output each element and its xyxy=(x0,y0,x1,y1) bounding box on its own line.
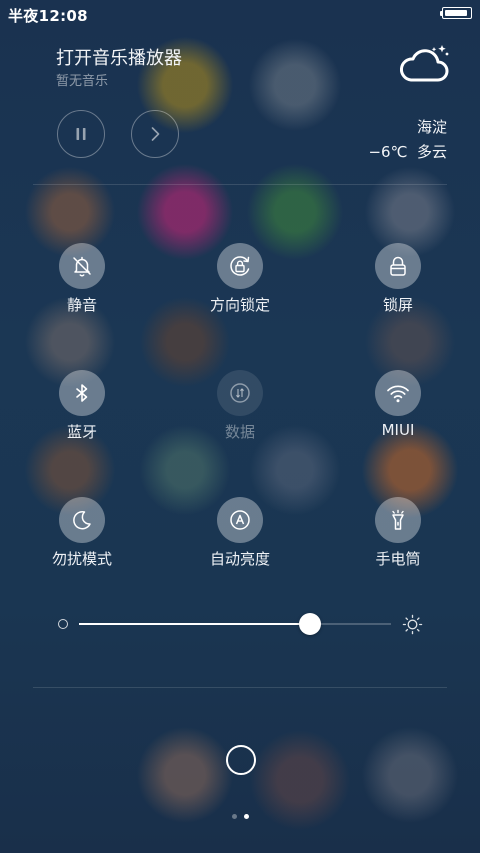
next-button[interactable] xyxy=(131,110,179,158)
wifi-icon xyxy=(387,385,409,403)
brightness-slider-fill xyxy=(79,623,310,625)
pause-icon xyxy=(76,128,86,140)
toggle-bluetooth[interactable]: 蓝牙 xyxy=(22,370,142,442)
weather-location: 海淀 xyxy=(416,118,447,136)
lock-icon xyxy=(390,256,406,276)
toggle-label: 静音 xyxy=(66,296,97,314)
pause-button[interactable] xyxy=(57,110,105,158)
toggle-label: 锁屏 xyxy=(382,296,413,314)
toggle-flashlight[interactable]: 手电筒 xyxy=(338,497,458,569)
auto-brightness-icon xyxy=(230,510,250,530)
toggle-circle xyxy=(59,243,105,289)
toggle-circle xyxy=(217,243,263,289)
home-button[interactable] xyxy=(226,745,256,775)
toggle-label: 自动亮度 xyxy=(209,550,270,568)
weather-summary: −6℃ 多云 xyxy=(368,141,447,162)
toggle-auto-brightness[interactable]: 自动亮度 xyxy=(180,497,300,569)
brightness-slider-thumb[interactable] xyxy=(299,613,321,635)
toggle-label: 蓝牙 xyxy=(66,423,97,441)
weather-condition: 多云 xyxy=(416,143,447,161)
toggle-circle xyxy=(59,370,105,416)
chevron-right-icon xyxy=(151,127,160,141)
toggle-circle xyxy=(375,243,421,289)
bluetooth-icon xyxy=(76,384,88,402)
toggle-label: 数据 xyxy=(224,423,255,441)
music-player-subtitle: 暂无音乐 xyxy=(56,74,109,89)
toggle-wifi[interactable]: MIUI xyxy=(338,370,458,439)
page-dot xyxy=(231,814,237,819)
toggle-circle xyxy=(375,370,421,416)
toggle-label: 方向锁定 xyxy=(209,296,270,314)
moon-icon xyxy=(73,510,91,530)
battery-level xyxy=(445,10,467,16)
toggle-circle xyxy=(217,370,263,416)
toggle-label: MIUI xyxy=(381,421,415,439)
toggle-do-not-disturb[interactable]: 勿扰模式 xyxy=(22,497,142,569)
toggle-lock-screen[interactable]: 锁屏 xyxy=(338,243,458,315)
battery-icon xyxy=(442,7,472,19)
cloud-night-icon[interactable] xyxy=(398,42,452,84)
brightness-low-icon xyxy=(58,619,68,629)
bell-off-icon xyxy=(73,256,91,277)
toggle-mobile-data[interactable]: 数据 xyxy=(180,370,300,442)
music-player-title[interactable]: 打开音乐播放器 xyxy=(56,44,182,70)
mobile-data-icon xyxy=(230,383,250,403)
divider xyxy=(33,184,447,185)
divider xyxy=(33,687,447,688)
status-time: 半夜12:08 xyxy=(8,7,88,25)
toggle-mute[interactable]: 静音 xyxy=(22,243,142,315)
toggle-label: 手电筒 xyxy=(375,550,421,568)
toggle-circle xyxy=(375,497,421,543)
toggle-rotation-lock[interactable]: 方向锁定 xyxy=(180,243,300,315)
toggle-circle xyxy=(59,497,105,543)
sun-icon xyxy=(402,614,423,635)
flashlight-icon xyxy=(392,509,404,530)
toggle-circle xyxy=(217,497,263,543)
rotation-lock-icon xyxy=(230,256,250,276)
page-dot xyxy=(243,814,249,819)
toggle-label: 勿扰模式 xyxy=(51,550,112,568)
brightness-slider-track[interactable] xyxy=(79,623,391,625)
weather-temperature: −6℃ xyxy=(368,143,408,161)
